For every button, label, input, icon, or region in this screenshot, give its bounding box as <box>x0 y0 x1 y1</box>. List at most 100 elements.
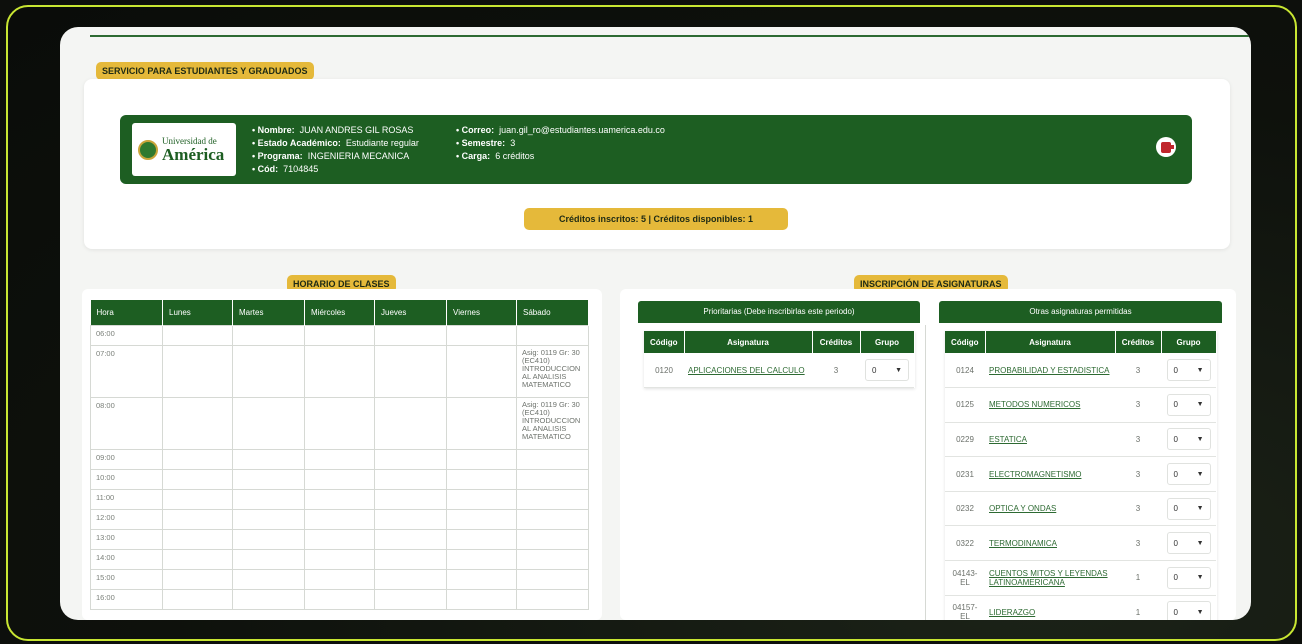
schedule-hour: 10:00 <box>90 468 163 490</box>
name-value: JUAN ANDRES GIL ROSAS <box>299 125 414 135</box>
subject-link[interactable]: METODOS NUMERICOS <box>989 400 1080 409</box>
semester-label: • Semestre: <box>456 138 506 148</box>
schedule-cell <box>232 468 305 490</box>
schedule-cell <box>162 588 233 610</box>
schedule-cell <box>162 488 233 510</box>
group-select[interactable]: 0 ▼ <box>1166 463 1211 486</box>
schedule-cell <box>232 344 305 398</box>
schedule-cell <box>304 396 375 450</box>
logout-button[interactable] <box>1156 137 1176 157</box>
subject-link[interactable]: APLICACIONES DEL CALCULO <box>688 366 805 375</box>
priority-heading: Prioritarias (Debe inscribirlas este per… <box>638 301 920 323</box>
schedule-cell <box>304 344 375 398</box>
group-select[interactable]: 0 ▼ <box>1166 393 1211 416</box>
others-col-header: Créditos <box>1115 331 1162 353</box>
schedule-cell <box>304 568 375 590</box>
group-value: 0 <box>1173 434 1178 444</box>
schedule-col-header: Miércoles <box>304 300 375 325</box>
subject-row: 0322 TERMODINAMICA 3 0 ▼ <box>945 525 1216 562</box>
schedule-row: 14:00 <box>90 548 589 570</box>
schedule-cell <box>232 508 305 530</box>
group-select[interactable]: 0 ▼ <box>1166 359 1211 382</box>
subject-code: 04143-EL <box>945 560 985 596</box>
group-select[interactable]: 0 ▼ <box>865 359 909 382</box>
schedule-cell <box>304 528 375 550</box>
subject-row: 0229 ESTATICA 3 0 ▼ <box>945 422 1216 458</box>
status-value: Estudiante regular <box>345 138 419 148</box>
subject-link[interactable]: OPTICA Y ONDAS <box>989 504 1056 513</box>
subject-link[interactable]: TERMODINAMICA <box>989 539 1057 548</box>
others-heading: Otras asignaturas permitidas <box>939 301 1222 323</box>
browser-screen: SERVICIO PARA ESTUDIANTES Y GRADUADOS Un… <box>60 27 1251 620</box>
subject-credits: 3 <box>1115 353 1161 389</box>
subject-link[interactable]: CUENTOS MITOS Y LEYENDAS LATINOAMERICANA <box>989 569 1108 587</box>
schedule-cell <box>374 324 447 346</box>
schedule-hour: 13:00 <box>90 528 163 550</box>
group-select[interactable]: 0 ▼ <box>1166 428 1211 451</box>
schedule-cell <box>374 548 447 570</box>
schedule-cell <box>374 568 447 590</box>
group-value: 0 <box>1173 538 1178 548</box>
others-body: 0124 PROBABILIDAD Y ESTADISTICA 3 0 ▼ 0125 MET… <box>945 353 1216 620</box>
subject-credits: 3 <box>812 353 860 389</box>
priority-table: Código Asignatura Créditos Grupo 0120 APLICA… <box>644 331 915 389</box>
priority-col-header: Créditos <box>812 331 861 353</box>
schedule-cell <box>162 508 233 530</box>
subject-code: 0231 <box>945 456 985 492</box>
schedule-cell <box>162 528 233 550</box>
group-value: 0 <box>1173 469 1178 479</box>
subject-link[interactable]: LIDERAZGO <box>989 608 1035 617</box>
chevron-down-icon: ▼ <box>1196 608 1204 616</box>
code-label: • Cód: <box>252 164 279 174</box>
group-select[interactable]: 0 ▼ <box>1166 566 1211 589</box>
schedule-cell <box>374 588 447 610</box>
schedule-cell <box>232 448 305 470</box>
subject-credits: 3 <box>1115 387 1161 423</box>
schedule-cell-saturday: Asig: 0119 Gr: 30 (EC410) INTRODUCCION A… <box>516 344 589 398</box>
schedule-cell <box>162 468 233 490</box>
group-cell: 0 ▼ <box>1161 456 1216 492</box>
schedule-cell <box>232 548 305 570</box>
group-cell: 0 ▼ <box>1161 387 1216 423</box>
priority-body: 0120 APLICACIONES DEL CALCULO 3 0 ▼ <box>644 353 914 389</box>
schedule-cell <box>374 468 447 490</box>
logout-icon <box>1161 141 1174 153</box>
logo-big-text: América <box>162 144 225 164</box>
student-info-right: • Correo: juan.gil_ro@estudiantes.uameri… <box>456 124 665 163</box>
schedule-cell <box>446 468 517 490</box>
credits-summary: Créditos inscritos: 5 | Créditos disponi… <box>524 208 788 230</box>
schedule-cell <box>162 548 233 570</box>
subject-credits: 3 <box>1115 491 1161 527</box>
schedule-cell <box>374 396 447 450</box>
chevron-down-icon: ▼ <box>895 366 902 374</box>
subject-link[interactable]: PROBABILIDAD Y ESTADISTICA <box>989 366 1109 375</box>
schedule-hour: 11:00 <box>90 488 163 510</box>
schedule-cell <box>232 588 305 610</box>
subject-code: 0322 <box>945 525 985 562</box>
schedule-row: 13:00 <box>90 528 589 550</box>
schedule-hour: 16:00 <box>90 588 163 610</box>
chevron-down-icon: ▼ <box>1196 505 1204 513</box>
name-label: • Nombre: <box>252 125 295 135</box>
schedule-cell <box>162 324 233 346</box>
subject-link[interactable]: ELECTROMAGNETISMO <box>989 470 1081 479</box>
schedule-col-header: Viernes <box>446 300 517 325</box>
group-select[interactable]: 0 ▼ <box>1166 532 1211 555</box>
university-seal-icon <box>138 139 158 160</box>
chevron-down-icon: ▼ <box>1196 366 1204 374</box>
schedule-cell <box>304 548 375 570</box>
subject-row: 0231 ELECTROMAGNETISMO 3 0 ▼ <box>945 456 1216 492</box>
schedule-cell-saturday <box>516 448 589 470</box>
group-select[interactable]: 0 ▼ <box>1166 601 1211 620</box>
group-cell: 0 ▼ <box>1161 560 1216 596</box>
group-cell: 0 ▼ <box>1161 491 1216 527</box>
schedule-cell <box>446 588 517 610</box>
subject-code: 0125 <box>945 387 985 423</box>
schedule-cell <box>304 324 375 346</box>
schedule-cell <box>304 468 375 490</box>
chevron-down-icon: ▼ <box>1196 470 1204 478</box>
subject-link[interactable]: ESTATICA <box>989 435 1027 444</box>
group-select[interactable]: 0 ▼ <box>1166 497 1211 520</box>
service-title: SERVICIO PARA ESTUDIANTES Y GRADUADOS <box>96 62 314 80</box>
schedule-cell <box>446 488 517 510</box>
